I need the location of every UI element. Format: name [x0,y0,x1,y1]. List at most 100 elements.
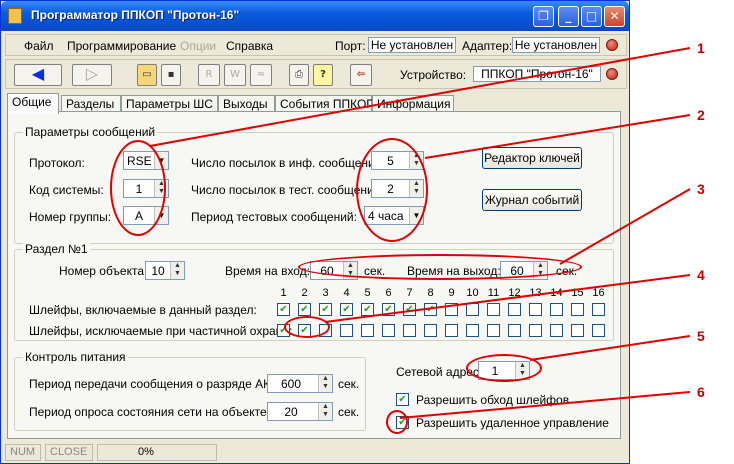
loop-number: 11 [487,287,500,299]
loop-number: 5 [364,287,371,299]
exit-icon[interactable]: ⇦ [350,64,372,86]
object-number-input[interactable]: 10 ▲ ▼ [145,261,185,280]
spin-arrows-icon[interactable]: ▲ ▼ [170,262,184,279]
loop-included-checkbox[interactable]: ✔ [277,303,290,316]
loop-included-checkbox[interactable] [466,303,479,316]
menu-help[interactable]: Справка [226,39,273,53]
loop-included-checkbox[interactable]: ✔ [340,303,353,316]
menu-programming[interactable]: Программирование [67,39,176,53]
write-icon[interactable]: W [224,64,246,86]
loop-number: 13 [529,287,542,299]
device-status-led [606,68,618,80]
status-progress: 0% [97,444,217,461]
loop-included-checkbox[interactable] [592,303,605,316]
test-count-label: Число посылок в тест. сообщении: [191,183,384,197]
loop-included-checkbox[interactable]: ✔ [319,303,332,316]
net-period-input[interactable]: 20 ▲ ▼ [267,402,333,421]
loop-partial-checkbox[interactable] [508,324,521,337]
loop-partial-checkbox[interactable] [487,324,500,337]
adapter-status-led [606,39,618,51]
loop-included-checkbox[interactable]: ✔ [403,303,416,316]
akb-period-input[interactable]: 600 ▲ ▼ [267,374,333,393]
title-bar[interactable]: Программатор ППКОП "Протон-16" ❐ _ □ ✕ [1,1,629,31]
loop-partial-checkbox[interactable] [361,324,374,337]
loop-partial-checkbox[interactable] [340,324,353,337]
akb-period-label: Период передачи сообщения о разряде АКБ: [29,377,282,391]
loop-included-checkbox[interactable] [508,303,521,316]
annotation-oval-1 [110,140,166,236]
loop-number: 7 [406,287,413,299]
spin-arrows-icon[interactable]: ▲ ▼ [318,375,332,392]
loop-number: 9 [448,287,455,299]
loop-number: 4 [343,287,350,299]
loop-included-checkbox[interactable]: ✔ [424,303,437,316]
group-number-label: Номер группы: [29,210,112,224]
menu-options[interactable]: Опции [180,39,216,53]
minimize-button[interactable]: _ [558,6,579,27]
loop-number: 16 [592,287,605,299]
loop-partial-checkbox[interactable] [466,324,479,337]
main-window: Программатор ППКОП "Протон-16" ❐ _ □ ✕ Ф… [0,0,630,464]
status-close: CLOSE [45,444,93,461]
back-icon[interactable]: ◀ [14,64,62,86]
loop-included-checkbox[interactable] [445,303,458,316]
message-params-group: Параметры сообщений Протокол: RSE ▼ Код с… [14,125,614,244]
loop-included-checkbox[interactable]: ✔ [382,303,395,316]
key-editor-button[interactable]: Редактор ключей [482,147,582,169]
annotation-number-4: 4 [697,267,705,283]
loop-number: 3 [322,287,329,299]
loop-included-checkbox[interactable]: ✔ [361,303,374,316]
spin-arrows-icon[interactable]: ▲ ▼ [318,403,332,420]
loops-partial-label: Шлейфы, исключаемые при частичной охране… [29,324,293,338]
maximize-button[interactable]: □ [581,6,602,27]
read-icon[interactable]: R [198,64,220,86]
port-value: Не установлен [368,37,456,53]
loop-included-checkbox[interactable] [550,303,563,316]
close-button[interactable]: ✕ [604,6,625,27]
loop-partial-checkbox[interactable] [403,324,416,337]
loop-included-checkbox[interactable] [571,303,584,316]
menu-bar: Файл Программирование Опции Справка Порт… [5,34,627,56]
device-label: Устройство: [400,68,467,82]
annotation-oval-6 [386,410,408,434]
annotation-number-3: 3 [697,181,705,197]
loop-number: 2 [301,287,308,299]
status-num: NUM [5,444,41,461]
loop-partial-checkbox[interactable] [550,324,563,337]
loop-partial-checkbox[interactable] [529,324,542,337]
open-folder-icon[interactable]: ▭ [137,64,157,86]
info-count-label: Число посылок в инф. сообщении: [191,156,385,170]
menu-file[interactable]: Файл [24,39,54,53]
loop-included-checkbox[interactable] [487,303,500,316]
loop-included-checkbox[interactable] [529,303,542,316]
print-icon[interactable]: ⎙ [289,64,309,86]
restore-button[interactable]: ❐ [533,6,554,27]
annotation-number-2: 2 [697,107,705,123]
loop-partial-checkbox[interactable] [445,324,458,337]
net-period-label: Период опроса состояния сети на объекте: [29,405,270,419]
verify-icon[interactable]: ≈ [250,64,272,86]
status-bar: NUM CLOSE 0% [5,442,627,462]
annotation-number-5: 5 [697,328,705,344]
loop-included-checkbox[interactable]: ✔ [298,303,311,316]
adapter-label: Адаптер: [462,39,513,53]
group-title: Параметры сообщений [23,125,158,139]
loop-partial-checkbox[interactable] [571,324,584,337]
device-value: ППКОП "Протон-16" [473,66,601,82]
loop-number: 8 [427,287,434,299]
event-log-button[interactable]: Журнал событий [482,189,582,211]
forward-icon[interactable]: ▷ [72,64,112,86]
annotation-oval-4 [284,316,330,338]
protocol-label: Протокол: [29,156,85,170]
bypass-checkbox[interactable]: ✔ [396,393,409,406]
loop-partial-checkbox[interactable] [424,324,437,337]
loop-number: 15 [571,287,584,299]
tab-general[interactable]: Общие [7,93,59,114]
loop-partial-checkbox[interactable] [382,324,395,337]
group-title: Контроль питания [23,350,128,364]
annotation-oval-3 [298,254,582,280]
save-disk-icon[interactable]: ▪ [161,64,181,86]
app-icon [8,8,22,24]
help-icon[interactable]: ? [313,64,333,86]
loop-partial-checkbox[interactable] [592,324,605,337]
